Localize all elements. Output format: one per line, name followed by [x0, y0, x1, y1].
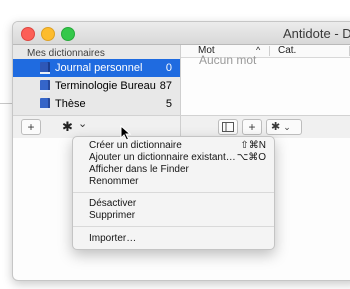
- add-word-button[interactable]: +: [242, 119, 262, 135]
- menu-separator: [73, 226, 274, 227]
- menu-item-rename[interactable]: Renommer: [89, 176, 138, 187]
- menu-item-import[interactable]: Importer…: [89, 233, 136, 244]
- chevron-down-icon: ⌄: [283, 122, 291, 132]
- sidebar-item-terminologie-bureau[interactable]: Terminologie Bureau 87: [13, 77, 180, 95]
- gear-icon[interactable]: ✱: [62, 119, 73, 135]
- sidebar-item-label: Terminologie Bureau: [55, 80, 156, 92]
- menu-item-deactivate[interactable]: Désactiver: [89, 198, 136, 209]
- sidebar-item-journal-personnel[interactable]: Journal personnel 0: [13, 59, 180, 77]
- empty-list-message: Aucun mot: [199, 53, 257, 67]
- background-window-edge: [0, 103, 12, 104]
- column-header-category[interactable]: Cat.: [278, 45, 296, 56]
- toggle-sidebar-button[interactable]: [218, 119, 238, 135]
- dictionary-actions-menu: Créer un dictionnaire ⇧⌘N Ajouter un dic…: [72, 136, 275, 250]
- word-actions-button[interactable]: ✱ ⌄: [266, 119, 302, 135]
- sidebar-item-count: 87: [159, 80, 172, 92]
- sidebar-item-label: Journal personnel: [55, 62, 143, 74]
- add-dictionary-button[interactable]: +: [21, 119, 41, 135]
- menu-item-delete[interactable]: Supprimer: [89, 210, 135, 221]
- mouse-pointer-icon: [120, 125, 132, 141]
- close-window-button[interactable]: [21, 27, 35, 41]
- window-title: Antidote - Dict: [283, 26, 350, 41]
- dictionary-book-icon: [40, 62, 50, 74]
- gear-icon: ✱: [271, 121, 281, 133]
- menu-shortcut: ⌥⌘O: [236, 152, 266, 163]
- menu-item-create-dictionary[interactable]: Créer un dictionnaire: [89, 140, 182, 151]
- menu-shortcut: ⇧⌘N: [240, 140, 266, 151]
- sidebar-header: Mes dictionnaires: [27, 48, 105, 59]
- menu-separator: [73, 192, 274, 193]
- sort-ascending-icon: ^: [256, 45, 261, 55]
- sidebar-toolbar: + ✱ ⌄: [13, 115, 181, 138]
- sidebar-item-count: 5: [165, 98, 172, 110]
- title-bar[interactable]: Antidote - Dict: [13, 22, 350, 45]
- sidebar-item-label: Thèse: [55, 98, 86, 110]
- column-separator: [269, 46, 270, 56]
- sidebar-item-these[interactable]: Thèse 5: [13, 95, 180, 113]
- dictionary-book-icon: [40, 80, 50, 92]
- word-list-toolbar: + ✱ ⌄: [181, 115, 350, 138]
- sidebar-item-count: 0: [165, 62, 172, 74]
- chevron-down-icon[interactable]: ⌄: [78, 117, 87, 130]
- minimize-window-button[interactable]: [41, 27, 55, 41]
- dictionary-book-icon: [40, 98, 50, 110]
- menu-item-show-in-finder[interactable]: Afficher dans le Finder: [89, 164, 189, 175]
- menu-item-add-existing-dictionary[interactable]: Ajouter un dictionnaire existant…: [89, 152, 236, 163]
- sidebar-icon: [222, 122, 234, 132]
- dictionary-sidebar: Mes dictionnaires Journal personnel 0 Te…: [13, 45, 181, 115]
- zoom-window-button[interactable]: [61, 27, 75, 41]
